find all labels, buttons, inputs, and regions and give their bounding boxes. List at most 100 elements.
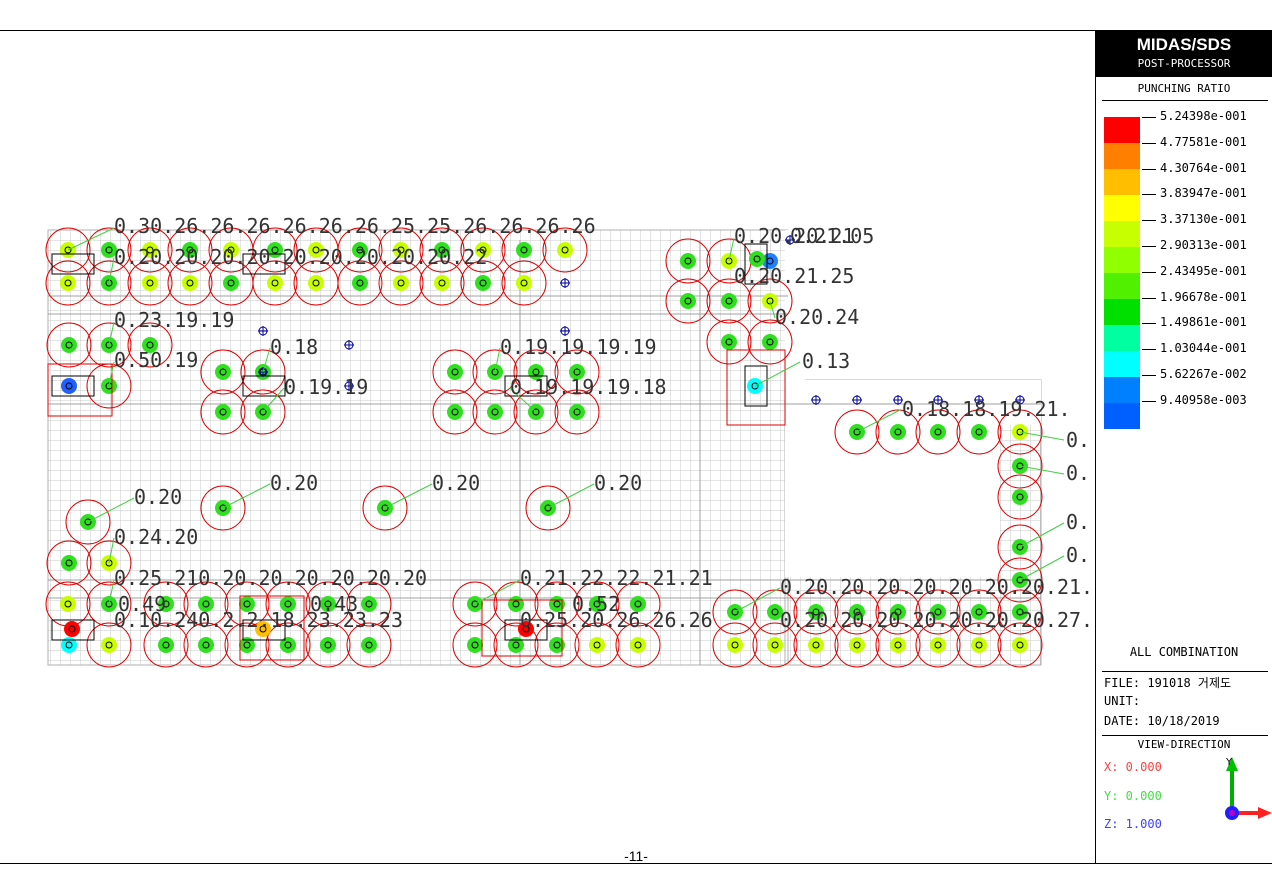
column-ratio-dot [447, 404, 463, 420]
column-ratio-dot [727, 637, 743, 653]
column-ratio-dot [1012, 637, 1028, 653]
ratio-label: 0.18.18.19.21. [902, 397, 1071, 421]
view-x: X: 0.000 [1104, 760, 1162, 774]
result-underline [1102, 100, 1268, 101]
file-info: FILE: 191018 거제도 [1104, 676, 1232, 690]
ratio-label: 0.20.20.20.20.20.20.20.20.20.22 [114, 245, 487, 269]
legend-value: 5.62267e-002 [1160, 367, 1247, 381]
legend-tick [1142, 142, 1156, 144]
page-number: -11- [624, 848, 648, 864]
column-ratio-dot [61, 555, 77, 571]
legend-panel: MIDAS/SDS POST-PROCESSOR PUNCHING RATIO … [1096, 31, 1272, 863]
column-ratio-dot [182, 275, 198, 291]
legend-swatch [1104, 403, 1140, 429]
column-ratio-dot [142, 275, 158, 291]
separator [1102, 735, 1268, 736]
column-ratio-dot [61, 378, 77, 394]
ratio-label: 0.25.210.20.20.20.20.20.20 [114, 566, 427, 590]
legend-value: 3.83947e-001 [1160, 186, 1247, 201]
column-ratio-dot [680, 253, 696, 269]
column-ratio-dot [467, 637, 483, 653]
column-ratio-dot [64, 621, 80, 637]
column-ratio-dot [475, 275, 491, 291]
legend-tick [1142, 400, 1156, 402]
legend-tick [1142, 117, 1156, 118]
date-info: DATE: 10/18/2019 [1104, 714, 1220, 728]
ratio-label: 0.13 [802, 349, 850, 373]
legend-swatch [1104, 351, 1140, 377]
column-ratio-dot [215, 404, 231, 420]
ratio-label: 0.21.22.22.21.21 [520, 566, 713, 590]
legend-swatch [1104, 299, 1140, 325]
ratio-label: 0.20.24 [775, 305, 859, 329]
column-ratio-dot [61, 637, 77, 653]
column-ratio-dot [61, 337, 77, 353]
legend-color-bar [1104, 117, 1140, 429]
column-ratio-dot [215, 364, 231, 380]
column-ratio-dot [308, 275, 324, 291]
legend-swatch [1104, 143, 1140, 169]
column-ratio-dot [320, 637, 336, 653]
separator [1102, 671, 1268, 672]
column-ratio-dot [767, 637, 783, 653]
column-ratio-dot [589, 637, 605, 653]
column-ratio-dot [890, 424, 906, 440]
column-ratio-dot [516, 242, 532, 258]
legend-value: 4.77581e-001 [1160, 134, 1247, 149]
legend-value: 4.30764e-001 [1160, 160, 1247, 175]
legend-tick [1142, 168, 1156, 170]
brand-title: MIDAS/SDS [1136, 35, 1232, 54]
column-ratio-dot [849, 637, 865, 653]
ratio-label: 0.20 [134, 485, 182, 509]
ratio-label: 0.25.20.26.26.26 [520, 608, 713, 632]
legend-value: 3.37130e-001 [1160, 212, 1247, 227]
ratio-label: 0.19.19 [284, 375, 368, 399]
slab-cutout [785, 425, 1000, 577]
column-ratio-dot [60, 596, 76, 612]
ratio-label: 0.20 [594, 471, 642, 495]
ratio-label: 0.20.20.20.20.20.20.20.27. [780, 608, 1093, 632]
legend-tick [1142, 349, 1156, 351]
column-ratio-dot [516, 275, 532, 291]
legend-swatch [1104, 247, 1140, 273]
column-ratio-dot [239, 637, 255, 653]
ratio-label: 0.10.240.2.2.18.23.23.23 [114, 608, 403, 632]
combination-label: ALL COMBINATION [1129, 645, 1239, 659]
column-ratio-dot [487, 404, 503, 420]
legend-swatch [1104, 195, 1140, 221]
column-ratio-dot [352, 275, 368, 291]
legend-swatch [1104, 377, 1140, 403]
ratio-label: 0.19.19.19.19 [500, 335, 657, 359]
legend-value: 1.96678e-001 [1160, 289, 1247, 304]
legend-tick [1142, 375, 1156, 376]
column-ratio-dot [808, 637, 824, 653]
legend-swatch [1104, 169, 1140, 195]
axis-triad-icon: Y [1225, 757, 1272, 820]
column-ratio-dot [280, 637, 296, 653]
ratio-label: 0.23.19.19 [114, 308, 234, 332]
brand-box: MIDAS/SDS POST-PROCESSOR [1096, 31, 1272, 77]
legend-value: 2.43495e-001 [1160, 263, 1247, 278]
legend-swatch [1104, 221, 1140, 247]
legend-tick [1142, 271, 1156, 273]
ratio-label: 0.20 [270, 471, 318, 495]
punching-ratio-plan: 0.30.26.26.26.26.26.26.25.25.26.26.26.26… [45, 214, 1093, 668]
column-ratio-dot [60, 275, 76, 291]
legend-value: 1.03044e-001 [1160, 341, 1247, 356]
column-ratio-dot [198, 637, 214, 653]
ratio-label: 0.20.21.25 [734, 264, 854, 288]
column-ratio-dot [434, 275, 450, 291]
ratio-label: 0.20 [432, 471, 480, 495]
legend-swatch [1104, 117, 1140, 143]
legend-value: 5.24398e-001 [1160, 109, 1247, 123]
legend-tick [1142, 194, 1156, 196]
column-ratio-dot [721, 293, 737, 309]
brand-subtitle: POST-PROCESSOR [1137, 57, 1231, 70]
column-ratio-dot [971, 424, 987, 440]
column-ratio-dot [158, 637, 174, 653]
ratio-label: 0.20.20.20.20.20.20.20.21. [780, 575, 1093, 599]
view-direction-title: VIEW-DIRECTION [1137, 738, 1231, 751]
legend-tick [1142, 246, 1156, 247]
ratio-label: 0.50.19 [114, 348, 198, 372]
column-ratio-dot [930, 424, 946, 440]
